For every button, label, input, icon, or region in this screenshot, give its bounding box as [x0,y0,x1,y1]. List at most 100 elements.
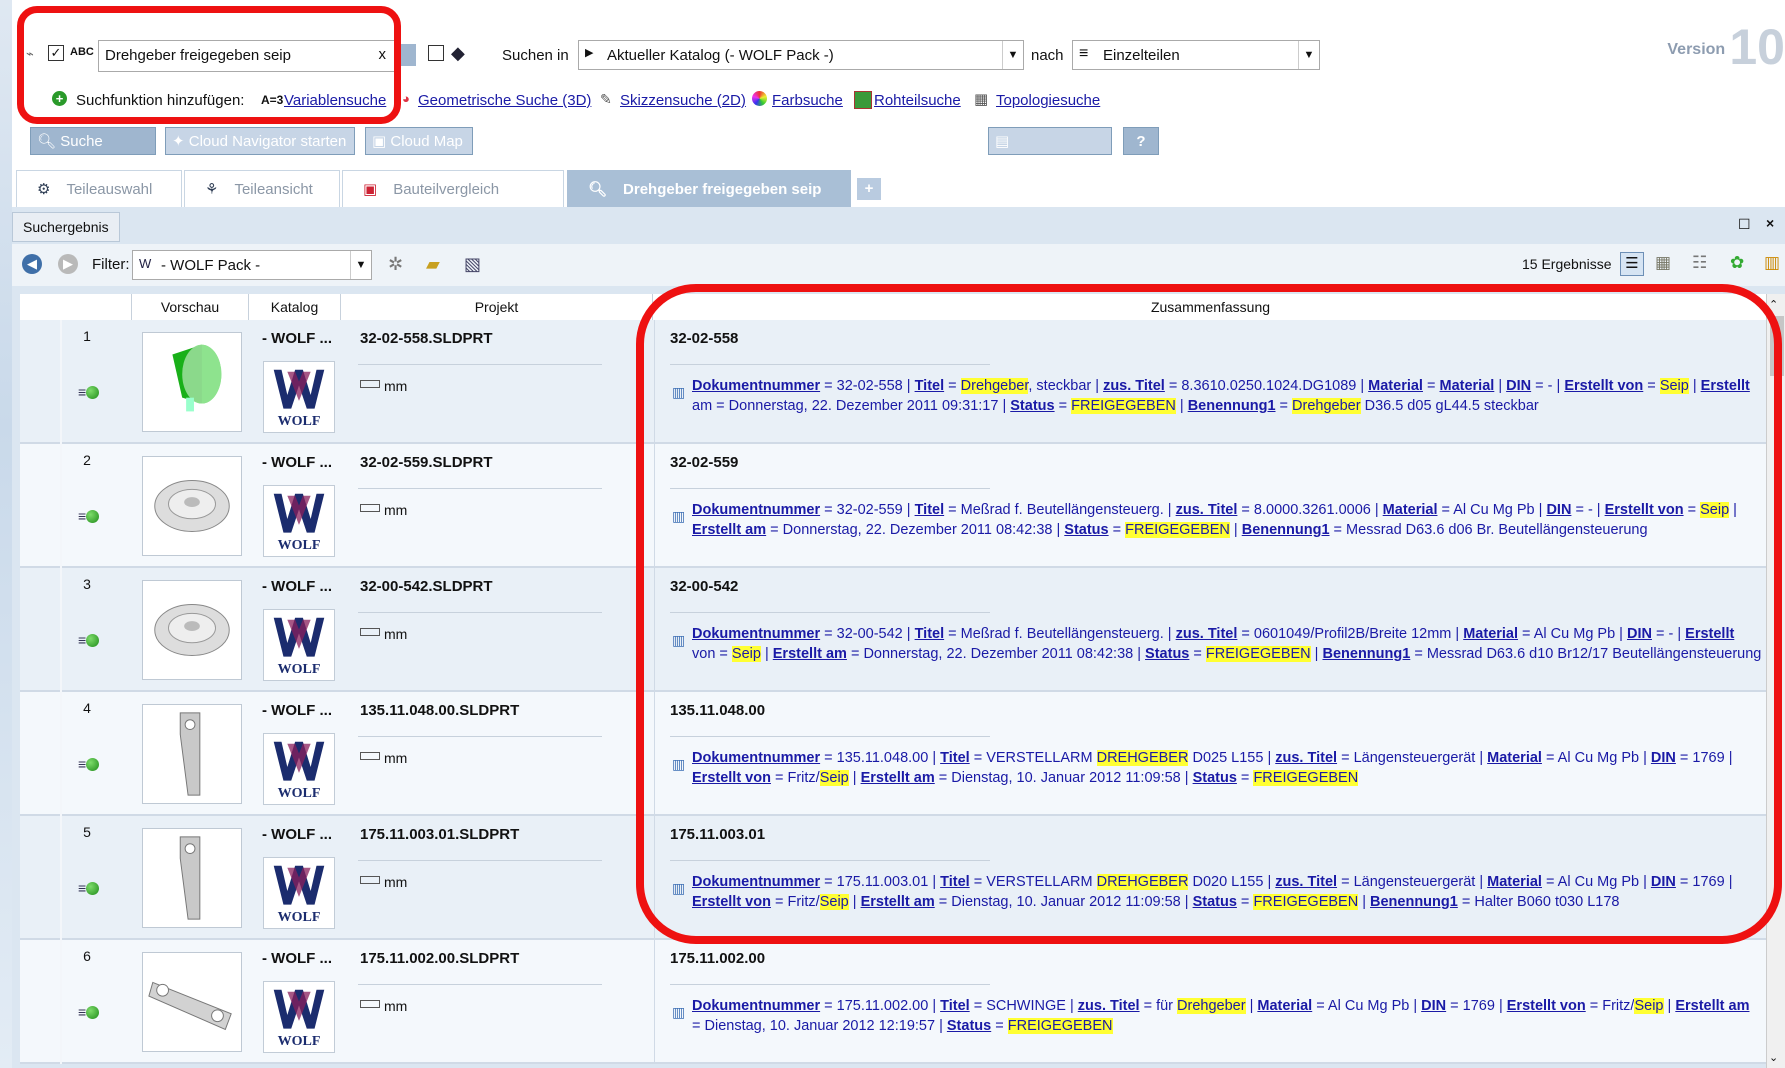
summary-text[interactable]: Dokumentnummer = 175.11.002.00 | Titel =… [692,996,1762,1036]
close-icon[interactable]: × [1766,215,1774,231]
file-name[interactable]: 32-02-559.SLDPRT [360,454,493,471]
row-gutter [60,320,62,444]
triangle-right-icon: ▶ [585,47,594,59]
divider [358,860,602,861]
chevron-down-icon[interactable]: ▼ [1002,41,1023,69]
summary-text[interactable]: Dokumentnummer = 32-02-559 | Titel = Meß… [692,500,1762,540]
color-view-icon[interactable]: ✿ [1730,253,1744,273]
unit-label: mm [360,874,407,890]
geometric-search-link[interactable]: Geometrische Suche (3D) [418,92,591,109]
chevron-down-icon[interactable]: ▼ [1298,41,1319,69]
col-katalog[interactable]: Katalog [249,294,341,320]
help-button[interactable]: ? [1123,127,1159,155]
tab-bauteilvergleich[interactable]: ▣ Bauteilvergleich [342,170,564,207]
summary-line-1[interactable]: Dokumentnummer = 32-02-559 | Titel = Meß… [692,500,1762,520]
file-name[interactable]: 175.11.002.00.SLDPRT [360,950,519,967]
summary-line-1[interactable]: Dokumentnummer = 32-02-558 | Titel = Dre… [692,376,1762,396]
back-arrow-icon[interactable]: ◀ [22,254,42,274]
file-name[interactable]: 32-00-542.SLDPRT [360,578,493,595]
result-row[interactable]: 3 ≡ - WOLF ... WOLF 32-00-542.SLDPRT mm 32-00-… [20,568,1768,692]
summary-text[interactable]: Dokumentnummer = 175.11.003.01 | Titel =… [692,872,1762,912]
divider [358,984,602,985]
ruler-icon [360,380,380,388]
summary-text[interactable]: Dokumentnummer = 135.11.048.00 | Titel =… [692,748,1762,788]
result-row[interactable]: 5 ≡ - WOLF ... WOLF 175.11.003.01.SLDPRT mm 17… [20,816,1768,940]
enable-text-search-checkbox[interactable]: ✓ [48,44,64,62]
add-tab-button[interactable]: + [857,178,881,200]
clear-search-button[interactable]: x [379,46,387,63]
tab-teileansicht[interactable]: ⚘ Teileansicht [184,170,340,207]
row-gutter [60,816,62,940]
summary-line-2[interactable]: Erstellt von = Fritz/Seip | Erstellt am … [692,768,1762,788]
gear-icon: ⚙ [37,181,51,198]
scroll-thumb[interactable] [1770,316,1784,376]
col-projekt[interactable]: Projekt [341,294,653,320]
summary-line-1[interactable]: Dokumentnummer = 175.11.002.00 | Titel =… [692,996,1762,1016]
scrollbar[interactable]: ⌃ ⌄ [1766,294,1785,1068]
search-for-dropdown[interactable]: ≡ Einzelteilen ▼ [1072,40,1320,70]
color-wheel-icon [752,91,767,106]
col-vorschau[interactable]: Vorschau [132,294,249,320]
scroll-down-icon[interactable]: ⌄ [1769,1051,1778,1064]
cloud-navigator-button[interactable]: ✦ Cloud Navigator starten [165,127,355,155]
search-templates-button[interactable]: ▤ Suchvorlagen [988,127,1112,178]
list-view-icon[interactable]: ☰ [1620,252,1644,276]
summary-line-2[interactable]: Erstellt am = Donnerstag, 22. Dezember 2… [692,520,1762,540]
color-search-link[interactable]: Farbsuche [772,92,843,109]
search-input[interactable]: Drehgeber freigegeben seip x [98,40,395,72]
summary-line-1[interactable]: Dokumentnummer = 175.11.003.01 | Titel =… [692,872,1762,892]
summary-line-2[interactable]: von = Seip | Erstellt am = Donnerstag, 2… [692,644,1762,664]
summary-text[interactable]: Dokumentnummer = 32-02-558 | Titel = Dre… [692,376,1762,416]
part-preview-image[interactable] [142,828,242,928]
export-icon[interactable]: ▧ [464,254,481,275]
tab-search-result[interactable]: 🔍︎ Drehgeber freigegeben seip [567,170,851,207]
forward-arrow-icon[interactable]: ▶ [58,254,78,274]
sketch-search-link[interactable]: Skizzensuche (2D) [620,92,746,109]
summary-line-1[interactable]: Dokumentnummer = 32-00-542 | Titel = Meß… [692,624,1762,644]
filter-dropdown[interactable]: W - WOLF Pack - ▼ [132,250,372,280]
settings-icon[interactable]: ✲ [388,254,403,275]
search-input-value[interactable]: Drehgeber freigegeben seip [105,47,291,64]
result-row[interactable]: 2 ≡ - WOLF ... WOLF 32-02-559.SLDPRT mm 32-02-… [20,444,1768,568]
cloud-icon: ✦ [172,133,185,150]
chevron-down-icon[interactable]: ▼ [350,251,371,279]
start-search-button[interactable]: 🔍︎ Suche starten [30,127,156,178]
search-in-dropdown[interactable]: ▶ Aktueller Katalog (- WOLF Pack -) ▼ [578,40,1024,70]
raw-part-search-link[interactable]: Rohteilsuche [874,92,961,109]
column-divider [654,320,655,444]
map-icon: ▣ [372,133,387,150]
file-name[interactable]: 32-02-558.SLDPRT [360,330,493,347]
result-row[interactable]: 6 ≡ - WOLF ... WOLF 175.11.002.00.SLDPRT mm 17… [20,940,1768,1064]
part-preview-image[interactable] [142,580,242,680]
topology-search-link[interactable]: Topologiesuche [996,92,1100,109]
summary-line-2[interactable]: am = Donnerstag, 22. Dezember 2011 09:31… [692,396,1762,416]
folder-icon[interactable]: ▰ [426,254,440,275]
summary-line-2[interactable]: = Dienstag, 10. Januar 2012 12:19:57 | S… [692,1016,1762,1036]
row-number: 2 [83,452,91,468]
part-preview-image[interactable] [142,704,242,804]
detail-view-icon[interactable]: ☷ [1692,253,1707,273]
tab-teileauswahl[interactable]: ⚙ Teileauswahl [16,170,182,207]
part-preview-image[interactable] [142,952,242,1052]
summary-text[interactable]: Dokumentnummer = 32-00-542 | Titel = Meß… [692,624,1762,664]
part-preview-image[interactable] [142,332,242,432]
col-zusammenfassung[interactable]: Zusammenfassung [653,294,1768,320]
part-preview-image[interactable] [142,456,242,556]
result-row[interactable]: 4 ≡ - WOLF ... WOLF 135.11.048.00.SLDPRT mm 13… [20,692,1768,816]
summary-line-1[interactable]: Dokumentnummer = 135.11.048.00 | Titel =… [692,748,1762,768]
file-name[interactable]: 135.11.048.00.SLDPRT [360,702,519,719]
cloud-map-button[interactable]: ▣ Cloud Map [365,127,473,155]
search-history-button[interactable] [398,44,416,66]
menu-lines-icon: ≡ [78,1004,87,1020]
scroll-up-icon[interactable]: ⌃ [1769,298,1778,311]
maximize-icon[interactable]: ☐ [1738,216,1751,233]
geometry-search-checkbox[interactable] [428,44,444,62]
grid-view-icon[interactable]: ▦ [1655,253,1671,273]
file-name[interactable]: 175.11.003.01.SLDPRT [360,826,519,843]
chart-view-icon[interactable]: ▥ [1764,253,1780,273]
pin-icon[interactable]: ⌁ [26,46,34,62]
variable-search-link[interactable]: Variablensuche [284,92,386,109]
summary-line-2[interactable]: Erstellt von = Fritz/Seip | Erstellt am … [692,892,1762,912]
result-row[interactable]: 1 ≡ - WOLF ... WOLF 32-02-558.SLDPRT mm 32-02-… [20,320,1768,444]
status-indicator: ≡ [78,632,100,648]
